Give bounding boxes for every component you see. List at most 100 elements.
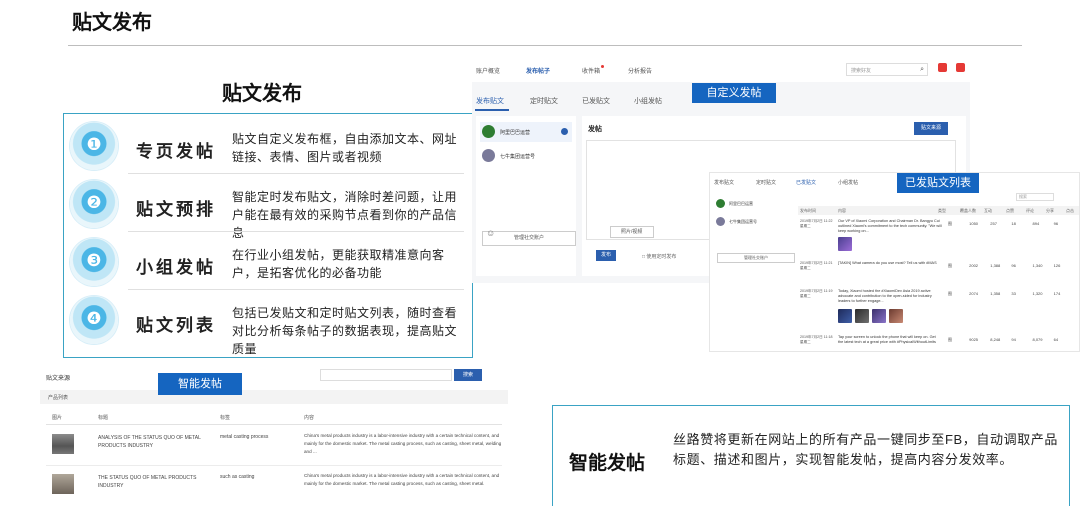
search-input[interactable]: 搜索好友 ⌕ bbox=[846, 63, 928, 76]
nav-inbox[interactable]: 收件箱 bbox=[582, 66, 600, 75]
post-thumbnail bbox=[838, 309, 852, 323]
tab-group-post[interactable]: 小组发帖 bbox=[838, 179, 858, 186]
post-source-label: 贴文来源 bbox=[46, 376, 71, 382]
tab-group-post[interactable]: 小组发帖 bbox=[634, 96, 662, 106]
money-bag-icon: ❹ bbox=[70, 296, 118, 344]
user-icon[interactable] bbox=[956, 63, 965, 72]
post-date: 2019年7月2日 11:22 星期二 bbox=[800, 219, 833, 228]
metric: 2002 bbox=[969, 263, 979, 268]
column-header[interactable]: 内容 bbox=[838, 208, 846, 214]
post-thumbnail bbox=[838, 237, 852, 251]
product-title: ANALYSIS OF THE STATUS QUO OF METAL PROD… bbox=[98, 435, 201, 449]
column-header[interactable]: 互动 bbox=[984, 208, 992, 214]
manage-accounts-button[interactable]: 管理社交账户 bbox=[482, 231, 576, 246]
post-date: 2019年7月2日 11:19 星期二 bbox=[800, 289, 833, 298]
table-header: 发布时间 内容 类型 覆盖人数 互动 点赞 评论 分享 点击 bbox=[798, 206, 1079, 215]
table-row[interactable]: ANALYSIS OF THE STATUS QUO OF METAL PROD… bbox=[40, 430, 508, 466]
avatar bbox=[716, 217, 725, 226]
product-tag: metal casting process bbox=[220, 434, 269, 440]
feature-row: ❹ 贴文列表 包括已发贴文和定时贴文列表，随时查看对比分析每条帖子的数据表现，提… bbox=[64, 291, 472, 356]
schedule-checkbox[interactable]: □ 使用定时发布 bbox=[642, 253, 676, 260]
post-text: [TAKIN] What camera do you use most? Tel… bbox=[838, 261, 937, 265]
published-list-screenshot: 发布贴文 定时贴文 已发贴文 小组发帖 阿里巴巴运营 七牛集团运营号 管理社交账… bbox=[709, 172, 1080, 352]
metric: 9025 bbox=[969, 337, 979, 342]
table-row[interactable]: 2019年7月2日 11:21 星期二 [TAKIN] What camera … bbox=[798, 259, 1079, 283]
account-item[interactable]: 七牛集团运营号 bbox=[480, 146, 572, 166]
tab-scheduled[interactable]: 定时贴文 bbox=[530, 96, 558, 106]
column-header[interactable]: 评论 bbox=[1026, 208, 1034, 214]
metric: 8,248 bbox=[990, 337, 1001, 342]
metric: 894 bbox=[1032, 221, 1040, 226]
tab-publish[interactable]: 发布贴文 bbox=[476, 96, 504, 106]
metric: 257 bbox=[990, 221, 997, 226]
metric: 1050 bbox=[969, 221, 979, 226]
product-content: China's metal products industry is a lab… bbox=[304, 433, 502, 454]
table-row[interactable]: 2019年7月2日 11:19 星期二 Today, Xiaomi hosted… bbox=[798, 287, 1079, 331]
product-content: China's metal products industry is a lab… bbox=[304, 473, 500, 486]
search-input[interactable]: 搜索 bbox=[1016, 193, 1054, 201]
section-bar: 产品列表 bbox=[40, 390, 508, 404]
table-row[interactable]: 2019年7月2日 11:18 星期二 Tap your screen to u… bbox=[798, 333, 1079, 351]
metric: 1,340 bbox=[1032, 263, 1043, 268]
tab-publish[interactable]: 发布贴文 bbox=[714, 179, 734, 186]
post-text: Our VP of Xiaomi Corporation and Chairma… bbox=[838, 219, 942, 233]
account-name: 七牛集团运营号 bbox=[729, 219, 757, 224]
post-source-button[interactable]: 贴文来源 bbox=[914, 122, 948, 135]
manage-accounts-button[interactable]: 管理社交账户 bbox=[717, 253, 795, 263]
feature-heading: 贴文发布 bbox=[222, 83, 302, 105]
table-row[interactable]: THE STATUS QUO OF METAL PRODUCTS INDUSTR… bbox=[40, 470, 508, 506]
tab-published[interactable]: 已发贴文 bbox=[582, 96, 610, 106]
media-button[interactable]: 照片/视频 bbox=[610, 226, 654, 238]
metric: 126 bbox=[1053, 263, 1061, 268]
account-item[interactable]: 阿里巴巴运营 bbox=[714, 197, 794, 211]
nav-publish-post[interactable]: 发布帖子 bbox=[526, 66, 550, 75]
post-date: 2019年7月2日 11:18 星期二 bbox=[800, 335, 833, 344]
feature-desc: 在行业小组发帖，更能获取精准意向客户，是拓客优化的必备功能 bbox=[232, 248, 445, 280]
product-image bbox=[52, 434, 74, 454]
feature-desc: 贴文自定义发布框，自由添加文本、网址链接、表情、图片或者视频 bbox=[232, 132, 458, 164]
page-title: 贴文发布 bbox=[72, 12, 152, 34]
avatar bbox=[482, 125, 495, 138]
post-thumbnail bbox=[889, 309, 903, 323]
feature-name: 小组发帖 bbox=[136, 258, 216, 277]
nav-analytics[interactable]: 分析报告 bbox=[628, 66, 652, 75]
metric: 18 bbox=[1011, 221, 1016, 226]
publish-button[interactable]: 发布 bbox=[596, 250, 616, 261]
account-item[interactable]: 阿里巴巴运营 bbox=[480, 122, 572, 142]
nav-account-overview[interactable]: 账户概览 bbox=[476, 66, 500, 75]
lightbulb-head-icon: ❶ bbox=[70, 122, 118, 170]
column-header[interactable]: 发布时间 bbox=[800, 208, 816, 214]
alert-icon[interactable] bbox=[938, 63, 947, 72]
product-image bbox=[52, 474, 74, 494]
metric: 1,358 bbox=[990, 291, 1001, 296]
search-button[interactable]: 搜索 bbox=[454, 369, 482, 381]
column-header[interactable]: 覆盖人数 bbox=[960, 208, 976, 214]
feature-desc: 包括已发贴文和定时贴文列表，随时查看对比分析每条帖子的数据表现，提高贴文质量 bbox=[232, 306, 458, 356]
account-item[interactable]: 七牛集团运营号 bbox=[714, 215, 794, 229]
table-row[interactable]: 2019年7月2日 11:22 星期二 Our VP of Xiaomi Cor… bbox=[798, 217, 1079, 255]
product-tag: such as casting bbox=[220, 474, 255, 480]
post-type: 图 bbox=[948, 337, 952, 342]
tab-scheduled[interactable]: 定时贴文 bbox=[756, 179, 776, 186]
column-header[interactable]: 分享 bbox=[1046, 208, 1054, 214]
search-placeholder: 搜索好友 bbox=[851, 68, 872, 74]
notification-dot bbox=[601, 65, 604, 68]
check-icon bbox=[561, 128, 568, 135]
tab-published[interactable]: 已发贴文 bbox=[796, 179, 816, 186]
column-header[interactable]: 点赞 bbox=[1006, 208, 1014, 214]
column-header: 内容 bbox=[304, 415, 315, 421]
search-input[interactable] bbox=[320, 369, 452, 381]
product-title: THE STATUS QUO OF METAL PRODUCTS INDUSTR… bbox=[98, 475, 197, 489]
account-name: 七牛集团运营号 bbox=[500, 154, 536, 160]
search-icon[interactable]: ⌕ bbox=[920, 66, 924, 74]
product-list-screenshot: 贴文来源 搜索 产品列表 图片 标题 标签 内容 ANALYSIS OF THE… bbox=[40, 364, 508, 506]
post-metrics: 图 2002 1,388 96 1,340 126 bbox=[948, 263, 1078, 269]
account-name: 阿里巴巴运营 bbox=[500, 130, 531, 136]
feature-row: ❷ 贴文预排 智能定时发布贴文，消除时差问题，让用户能在最有效的采购节点看到你的… bbox=[64, 175, 472, 240]
title-divider bbox=[68, 45, 1022, 46]
column-header[interactable]: 点击 bbox=[1066, 208, 1074, 214]
emoji-icon[interactable]: ☺ bbox=[486, 228, 495, 238]
metric: 8,079 bbox=[1032, 337, 1043, 342]
callout-custom-post: 自定义发帖 bbox=[692, 83, 776, 103]
column-header[interactable]: 类型 bbox=[938, 208, 946, 214]
